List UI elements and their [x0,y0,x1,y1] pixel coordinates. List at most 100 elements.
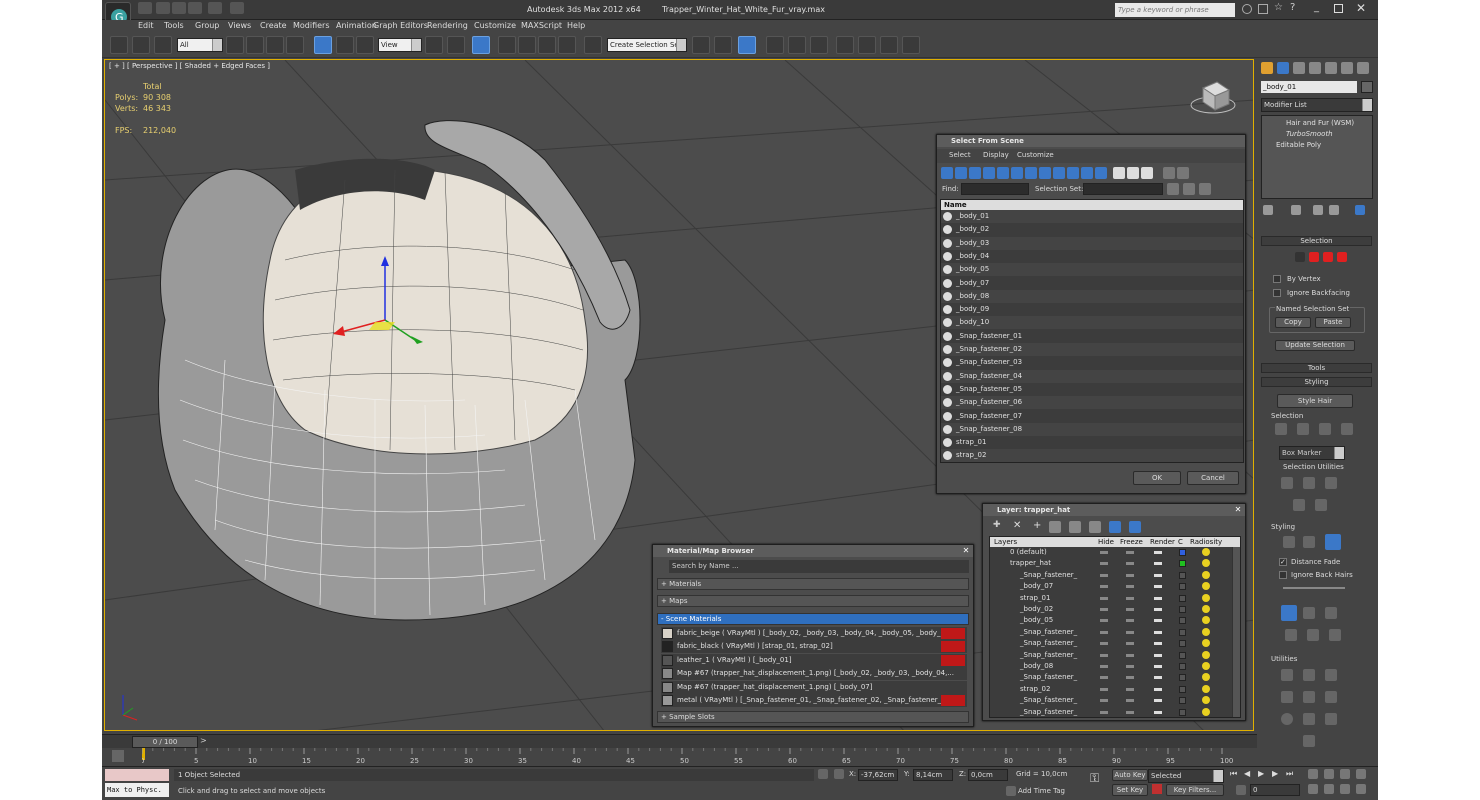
z-coordinate-field[interactable]: 0,0cm [968,769,1008,781]
prev-frame-icon[interactable]: ◀ [1244,769,1250,778]
scene-material-item[interactable]: leather_1 ( VRayMtl ) [_body_01] [661,653,967,667]
hide-toggle-icon[interactable] [1100,608,1108,611]
hair-rotate-icon[interactable] [1307,629,1319,641]
hide-toggle-icon[interactable] [1100,619,1108,623]
next-frame-icon[interactable]: ▶ [1272,769,1278,778]
layer-manager-icon[interactable] [738,36,756,54]
util-1-icon[interactable] [1281,669,1293,681]
y-coordinate-field[interactable]: 8,14cm [913,769,953,781]
hierarchy-tab-icon[interactable] [1293,62,1305,74]
stack-item-hair-fur[interactable]: Hair and Fur (WSM) [1262,118,1372,129]
layer-color-swatch[interactable] [1179,685,1186,693]
display-all-icon[interactable] [1113,167,1125,179]
object-list-item[interactable]: _body_01 [941,210,1243,223]
select-menu-select[interactable]: Select [949,151,971,159]
freeze-toggle-icon[interactable] [1126,699,1134,703]
stack-item-turbosmooth[interactable]: TurboSmooth [1262,129,1372,140]
graphite-ribbon-icon[interactable] [766,36,784,54]
render-toggle-icon[interactable] [1154,710,1162,714]
show-end-result-icon[interactable] [1291,205,1301,215]
object-list-item[interactable]: _body_05 [941,263,1243,277]
schematic-view-icon[interactable] [810,36,828,54]
current-frame-field[interactable]: 0 [1250,784,1300,796]
sample-slots-section[interactable]: + Sample Slots [657,711,969,723]
layer-row[interactable]: _body_02 [990,604,1232,615]
key-filters-button[interactable]: Key Filters... [1166,784,1224,796]
layer-row[interactable]: _Snap_fastener_ [990,570,1232,581]
find-input[interactable] [961,183,1029,195]
display-lights-icon[interactable] [969,167,981,179]
time-slider-handle[interactable]: 0 / 100 [132,736,198,748]
radiosity-bulb-icon[interactable] [1202,662,1210,670]
col-color[interactable]: C [1178,537,1183,547]
layer-row[interactable]: trapper_hat [990,558,1232,569]
spinner-snap-icon[interactable] [558,36,576,54]
add-time-tag-icon[interactable] [1006,786,1016,796]
select-menu-display[interactable]: Display [983,151,1009,159]
layer-row[interactable]: _body_07 [990,581,1232,592]
by-vertex-checkbox[interactable] [1273,275,1281,283]
viewport-label[interactable]: [ + ] [ Perspective ] [ Shaded + Edged F… [109,62,270,70]
cancel-button[interactable]: Cancel [1187,471,1239,485]
materials-section[interactable]: + Materials [657,578,969,590]
save-file-icon[interactable] [172,2,186,14]
orbit-icon[interactable] [1340,784,1350,794]
menu-customize[interactable]: Customize [474,21,516,30]
menu-edit[interactable]: Edit [138,21,154,30]
freeze-toggle-icon[interactable] [1126,619,1134,623]
render-toggle-icon[interactable] [1154,676,1162,680]
layer-row[interactable]: _Snap_fastener_ [990,627,1232,638]
sel-util-4-icon[interactable] [1293,499,1305,511]
unlink-icon[interactable] [132,36,150,54]
render-toggle-icon[interactable] [1154,619,1162,623]
radiosity-bulb-icon[interactable] [1202,673,1210,682]
freeze-toggle-icon[interactable] [1126,687,1134,691]
freeze-toggle-icon[interactable] [1126,653,1134,657]
menu-help[interactable]: Help [567,21,585,30]
field-of-view-icon[interactable] [1308,784,1318,794]
copy-button[interactable]: Copy [1275,317,1311,328]
key-mode-icon[interactable] [1236,785,1246,795]
hide-toggle-icon[interactable] [1100,676,1108,680]
layer-scrollbar[interactable] [1232,547,1240,717]
render-toggle-icon[interactable] [1154,608,1162,611]
layer-color-swatch[interactable] [1179,571,1186,579]
unlock-icon[interactable] [1325,713,1337,725]
percent-snap-icon[interactable] [538,36,556,54]
radiosity-bulb-icon[interactable] [1202,684,1210,693]
star-icon[interactable]: ☆ [1274,2,1283,13]
select-dependents-icon[interactable] [1183,183,1195,195]
pin-stack-icon[interactable] [1263,205,1273,215]
hide-all-layers-icon[interactable] [1089,521,1101,533]
layer-row[interactable]: 0 (default) [990,547,1232,558]
set-key-button[interactable]: Set Key [1112,784,1148,796]
layer-close-icon[interactable]: ✕ [1233,505,1243,515]
sel-util-2-icon[interactable] [1303,477,1315,489]
hair-select-icon[interactable] [1325,534,1341,550]
sel-util-1-icon[interactable] [1281,477,1293,489]
highlight-layer-icon[interactable] [1069,521,1081,533]
styling-rollout-header[interactable]: Styling [1261,377,1372,387]
object-list-item[interactable]: _Snap_fastener_08 [941,422,1243,436]
display-hidden-icon[interactable] [1095,167,1107,179]
hide-toggle-icon[interactable] [1100,653,1108,657]
modify-tab-icon[interactable] [1277,62,1289,74]
hair-face-icon[interactable] [1309,252,1319,262]
make-unique-icon[interactable] [1313,205,1323,215]
select-move-icon[interactable] [314,36,332,54]
window-crossing-icon[interactable] [286,36,304,54]
hair-element-icon[interactable] [1337,252,1347,262]
hide-toggle-icon[interactable] [1100,630,1108,634]
distance-fade-checkbox[interactable]: ✓ [1279,558,1287,566]
layer-color-swatch[interactable] [1179,663,1186,670]
hair-puff-icon[interactable] [1325,607,1337,619]
selection-set-dropdown[interactable] [1083,183,1163,195]
binoculars-icon[interactable] [1242,4,1252,14]
render-toggle-icon[interactable] [1154,596,1162,600]
object-list-item[interactable]: _body_03 [941,236,1243,250]
display-cameras-icon[interactable] [983,167,995,179]
hide-toggle-icon[interactable] [1100,665,1108,668]
ignore-backfacing-checkbox[interactable] [1273,289,1281,297]
ignore-back-hairs-checkbox[interactable] [1279,571,1287,579]
layer-color-swatch[interactable] [1179,583,1186,591]
